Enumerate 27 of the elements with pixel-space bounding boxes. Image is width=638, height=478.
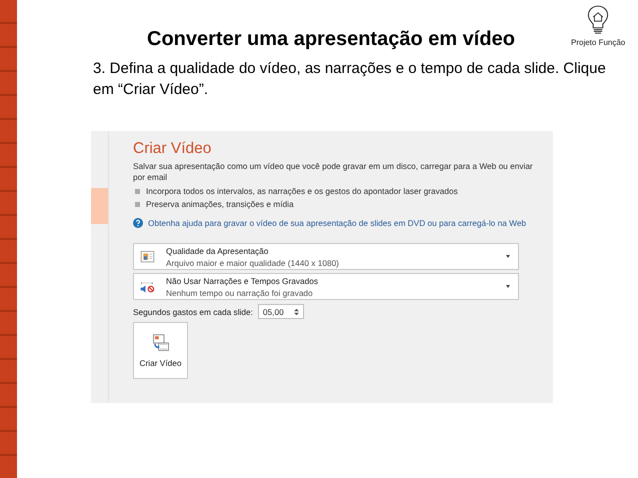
seconds-label: Segundos gastos em cada slide: [133, 306, 253, 316]
dropdown-subtitle: Arquivo maior e maior qualidade (1440 x 1080) [166, 256, 340, 268]
sidebar-highlight [91, 188, 108, 224]
instruction-text: 3. Defina a qualidade do vídeo, as narrações e o tempo de cada slide. Clique em “Criar Vídeo”. [93, 59, 607, 100]
description-text: Salvar sua apresentação como um vídeo que você pode gravar em um disco, carregar para a Web ou enviar por email [133, 161, 533, 183]
dropdown-title: Qualidade da Apresentação [166, 244, 270, 256]
caret-icon [506, 285, 510, 288]
spinner-arrows-icon [294, 308, 299, 316]
speaker-no-icon [140, 280, 154, 294]
seconds-spinner[interactable]: 05,00 [258, 304, 304, 319]
dropdown[interactable]: Qualidade da Apresentação Arquivo maior e maior qualidade (1440 x 1080) [133, 243, 519, 270]
logo-caption: Projeto Função [571, 38, 626, 47]
bullet-icon [135, 188, 140, 194]
video-convert-icon [152, 334, 170, 352]
caret-icon [506, 255, 510, 258]
panel-heading: Criar Vídeo [133, 140, 212, 158]
help-link[interactable]: Obtenha ajuda para gravar o vídeo de sua apresentação de slides em DVD ou para carregá-lo na Web [148, 218, 526, 228]
bullet-text: Incorpora todos os intervalos, as narrações e os gestos do apontador laser gravados [146, 186, 458, 196]
dropdown[interactable]: Não Usar Narrações e Tempos Gravados Nenhum tempo ou narração foi gravado [133, 273, 519, 300]
create-video-button[interactable]: Criar Vídeo [133, 322, 188, 379]
slide-title: Converter uma apresentação em vídeo [147, 28, 516, 51]
presentation-icon [140, 250, 154, 264]
help-icon [133, 218, 143, 228]
dropdown-title: Não Usar Narrações e Tempos Gravados [166, 274, 320, 286]
bullet-icon [135, 202, 140, 206]
dropdown-subtitle: Nenhum tempo ou narração foi gravado [166, 286, 314, 298]
bullet-text: Preserva animações, transições e mídia [146, 199, 294, 209]
